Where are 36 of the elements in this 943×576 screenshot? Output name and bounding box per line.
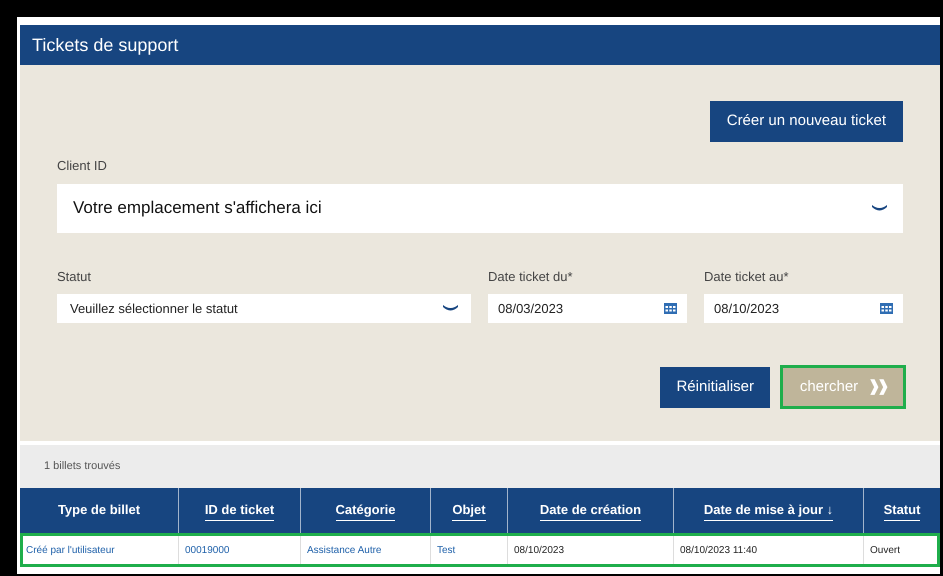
field-label: Date ticket au* xyxy=(704,268,789,286)
table-cell[interactable]: 00019000 xyxy=(185,542,230,558)
table-cell[interactable]: Test xyxy=(437,542,456,558)
column-header[interactable]: ID de ticket xyxy=(204,500,274,522)
client-id-select[interactable]: Votre emplacement s'affichera ici xyxy=(57,184,903,232)
column-header: Type de billet xyxy=(58,500,140,519)
table-cell-text: Ouvert xyxy=(870,544,900,558)
column-header[interactable]: Catégorie xyxy=(336,500,396,522)
select-placeholder: Votre emplacement s'affichera ici xyxy=(73,197,322,220)
field-label: Date ticket du* xyxy=(488,268,573,286)
column-header[interactable]: Date de mise à jour ↓ xyxy=(704,500,834,522)
field-label: Client ID xyxy=(57,157,107,175)
chevron-down-icon xyxy=(443,305,458,312)
date-value: 08/03/2023 xyxy=(498,300,564,318)
calendar-icon xyxy=(664,303,677,314)
new-ticket-button[interactable]: Créer un nouveau ticket xyxy=(710,101,903,142)
page-title: Tickets de support xyxy=(32,34,178,57)
chevron-down-icon xyxy=(872,204,887,212)
reset-button[interactable]: Réinitialiser xyxy=(660,367,770,408)
table-cell[interactable]: Assistance Autre xyxy=(307,542,382,558)
double-chevron-icon: ❱❱ xyxy=(868,376,886,398)
status-select[interactable]: Veuillez sélectionner le statut xyxy=(57,294,471,323)
field-label: Statut xyxy=(57,268,91,286)
select-placeholder: Veuillez sélectionner le statut xyxy=(70,300,238,318)
results-count: 1 billets trouvés xyxy=(44,459,120,474)
table-row[interactable]: Créé par l'utilisateur 00019000 Assistance Autre Test 08/10/2023 08/10/2023 11:40 Ouvert xyxy=(20,533,940,567)
calendar-icon xyxy=(880,303,893,314)
table-cell-text: 08/10/2023 xyxy=(514,544,564,558)
column-header[interactable]: Statut xyxy=(884,500,920,522)
table-cell-text: 08/10/2023 11:40 xyxy=(680,544,758,558)
date-field[interactable]: 08/03/2023 xyxy=(488,294,687,323)
column-header[interactable]: Date de création xyxy=(540,500,642,522)
date-value: 08/10/2023 xyxy=(714,300,780,318)
date-field[interactable]: 08/10/2023 xyxy=(704,294,903,323)
table-cell[interactable]: Créé par l'utilisateur xyxy=(26,542,115,558)
column-header[interactable]: Objet xyxy=(452,500,486,522)
